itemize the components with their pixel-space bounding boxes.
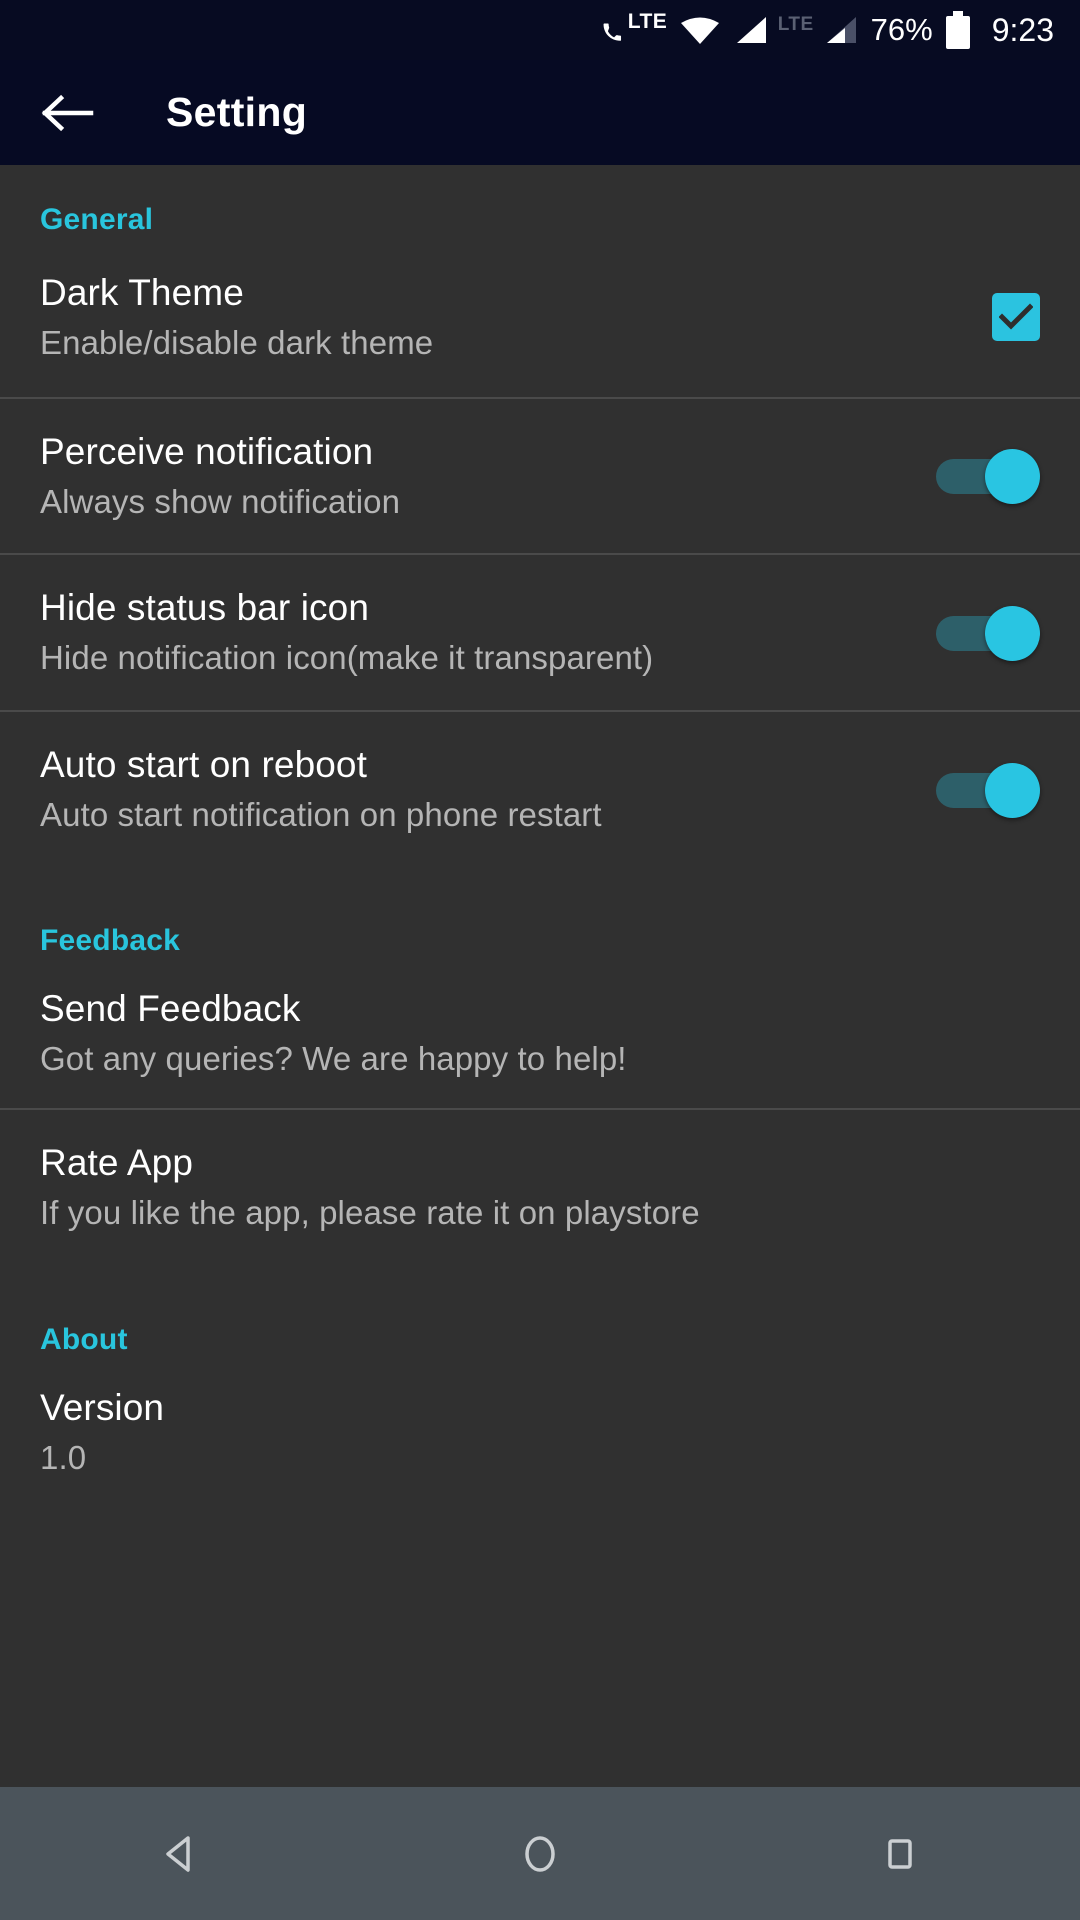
hide-status-bar-icon-toggle[interactable] [936,602,1040,664]
battery-percent-label: 76% [870,12,933,47]
section-header-general: General [40,203,154,236]
setting-row-auto-start-on-reboot[interactable]: Auto start on reboot Auto start notifica… [0,712,1080,867]
setting-title-send-feedback: Send Feedback [40,987,301,1029]
setting-subtitle-auto-start-on-reboot: Auto start notification on phone restart [40,796,602,833]
setting-row-dark-theme[interactable]: Dark Theme Enable/disable dark theme [0,237,1080,397]
auto-start-on-reboot-toggle[interactable] [936,759,1040,821]
clock-label: 9:23 [991,11,1054,48]
page-title: Setting [166,89,308,135]
setting-title-perceive-notification: Perceive notification [40,430,374,472]
setting-row-version[interactable]: Version 1.0 [0,1357,1080,1507]
setting-row-send-feedback[interactable]: Send Feedback Got any queries? We are ha… [0,958,1080,1108]
setting-title-hide-status-bar-icon: Hide status bar icon [40,587,370,628]
section-header-feedback: Feedback [40,924,180,957]
setting-row-rate-app[interactable]: Rate App If you like the app, please rat… [0,1110,1080,1265]
settings-list[interactable]: General Dark Theme Enable/disable dark t… [0,165,1080,1787]
volte-icon: LTE [602,10,668,48]
recents-square-icon[interactable] [825,1787,975,1920]
setting-row-hide-status-bar-icon[interactable]: Hide status bar icon Hide notification i… [0,555,1080,710]
section-header-about: About [40,1323,128,1356]
battery-icon [945,11,970,49]
back-triangle-icon[interactable] [105,1787,255,1920]
network-type-label: LTE [777,14,814,35]
check-icon [999,303,1033,330]
setting-row-perceive-notification[interactable]: Perceive notification Always show notifi… [0,399,1080,553]
setting-title-auto-start-on-reboot: Auto start on reboot [40,744,367,785]
wifi-icon [679,14,721,46]
setting-value-version: 1.0 [40,1438,87,1476]
setting-title-rate-app: Rate App [40,1142,194,1183]
setting-subtitle-dark-theme: Enable/disable dark theme [40,323,434,361]
status-bar: LTE LTE 76% 9:23 [0,0,1080,60]
perceive-notification-toggle[interactable] [936,445,1040,507]
navigation-bar [0,1787,1080,1920]
setting-title-version: Version [40,1386,165,1428]
volte-label: LTE [627,10,668,33]
setting-title-dark-theme: Dark Theme [40,271,244,313]
phone-screen: LTE LTE 76% 9:23 Setting General Dark Th… [0,0,1080,1920]
setting-subtitle-send-feedback: Got any queries? We are happy to help! [40,1039,627,1077]
setting-subtitle-rate-app: If you like the app, please rate it on p… [40,1194,700,1231]
app-bar: Setting [0,60,1080,165]
phone-handset-glyph [602,22,628,48]
setting-subtitle-perceive-notification: Always show notification [40,482,401,520]
signal-icon-secondary [824,15,858,45]
setting-subtitle-hide-status-bar-icon: Hide notification icon(make it transpare… [40,639,654,676]
signal-icon [734,15,768,45]
arrow-left-icon[interactable] [36,82,98,144]
home-circle-icon[interactable] [465,1787,615,1920]
dark-theme-checkbox[interactable] [992,293,1040,341]
